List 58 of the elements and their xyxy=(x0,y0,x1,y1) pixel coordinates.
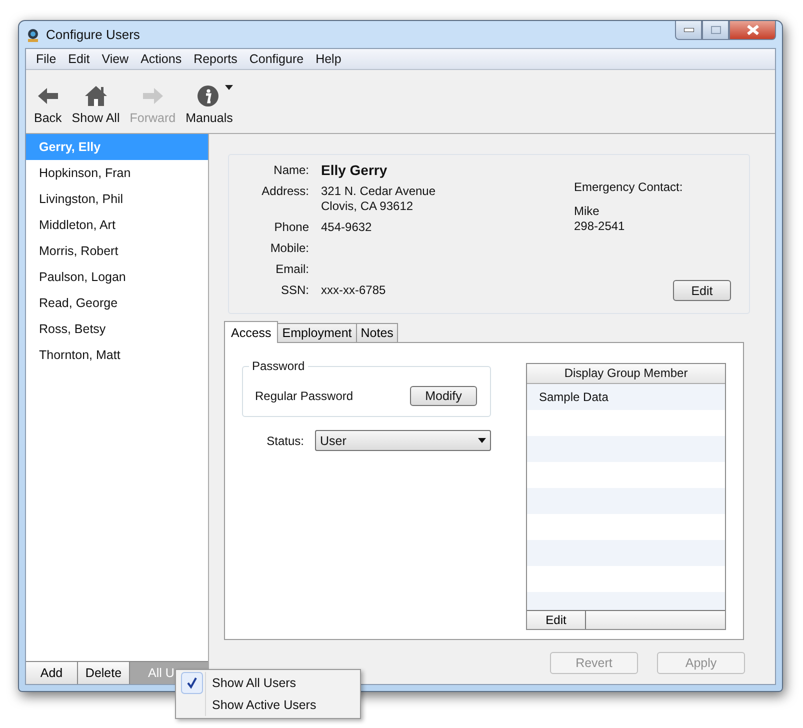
sidebar-button[interactable]: Delete xyxy=(78,662,130,684)
field-value: 298-2541 xyxy=(574,219,626,234)
user-list-item[interactable]: Hopkinson, Fran xyxy=(26,160,208,186)
field-label: Mobile: xyxy=(269,240,309,257)
tab[interactable]: Notes xyxy=(356,323,398,342)
user-list-item[interactable]: Thornton, Matt xyxy=(26,342,208,368)
field-label: Phone xyxy=(273,219,309,236)
field-label: Emergency Contact: xyxy=(574,180,684,195)
field-label: SSN: xyxy=(280,282,309,299)
menu-item[interactable]: View xyxy=(96,52,135,66)
field-value: 321 N. Cedar Avenue xyxy=(321,184,437,199)
user-name: Elly Gerry xyxy=(321,161,388,180)
caret-icon xyxy=(478,438,486,443)
arrow-icon xyxy=(142,86,164,106)
table-cell: Sample Data xyxy=(527,384,725,410)
toolbar-button[interactable]: Manuals xyxy=(182,85,237,125)
field-value: Mike xyxy=(574,204,600,219)
menu-item[interactable]: Edit xyxy=(62,52,96,66)
user-list-item[interactable]: Paulson, Logan xyxy=(26,264,208,290)
app-icon xyxy=(26,28,40,42)
user-list-item[interactable]: Morris, Robert xyxy=(26,238,208,264)
arrow-icon xyxy=(36,86,59,106)
field-value: Clovis, CA 93612 xyxy=(321,199,414,214)
status-dropdown[interactable]: User xyxy=(315,430,491,451)
toolbar-button[interactable]: Back xyxy=(30,85,66,125)
field-label: Email: xyxy=(274,261,309,278)
info-icon xyxy=(197,85,222,107)
field-value: xxx-xx-6785 xyxy=(321,283,387,298)
user-list-item[interactable]: Livingston, Phil xyxy=(26,186,208,212)
password-label: Regular Password xyxy=(255,389,354,403)
tab[interactable]: Access xyxy=(224,321,278,343)
field-value: 454-9632 xyxy=(321,220,373,235)
user-list-item[interactable]: Ross, Betsy xyxy=(26,316,208,342)
tab[interactable]: Employment xyxy=(277,323,357,342)
toolbar-button[interactable]: Show All xyxy=(68,85,124,125)
menu-item[interactable]: File xyxy=(30,52,62,66)
field-label: Name: xyxy=(272,162,309,179)
user-list-item[interactable]: Middleton, Art xyxy=(26,212,208,238)
field-label: Address: xyxy=(260,183,309,200)
modify-button[interactable]: Modify xyxy=(410,386,477,406)
menu-item[interactable]: Show Active Users xyxy=(178,694,358,716)
window-title: Configure Users xyxy=(46,27,140,42)
house-icon xyxy=(84,85,108,107)
menu-item[interactable]: Configure xyxy=(243,52,310,66)
menu-item[interactable]: Help xyxy=(310,52,348,66)
close-icon xyxy=(746,25,758,35)
user-list-item[interactable]: Read, George xyxy=(26,290,208,316)
minimize-icon xyxy=(684,28,694,32)
minimize-button[interactable] xyxy=(675,21,702,40)
menu-item[interactable]: Actions xyxy=(134,52,188,66)
group-title: Password xyxy=(249,359,308,373)
status-label: Status: xyxy=(266,434,304,448)
column-header: Display Group Member xyxy=(527,364,725,384)
close-button[interactable] xyxy=(729,21,776,40)
menu-item[interactable]: Reports xyxy=(188,52,244,66)
edit-button[interactable]: Edit xyxy=(673,280,731,301)
maximize-icon xyxy=(710,26,720,34)
sidebar-button[interactable]: Add xyxy=(26,662,78,684)
